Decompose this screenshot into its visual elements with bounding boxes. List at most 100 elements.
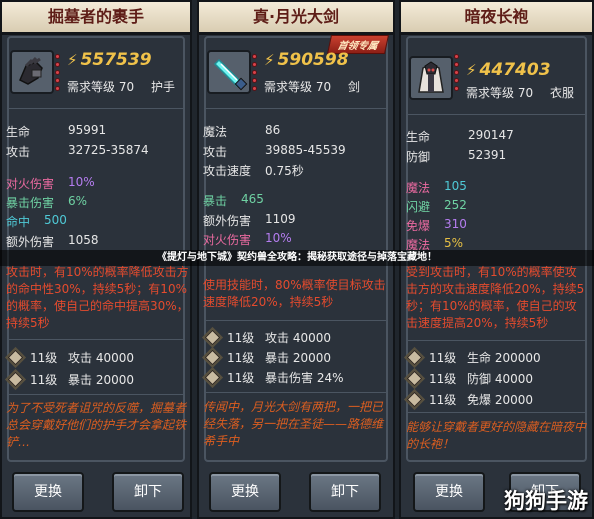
divider: [408, 412, 585, 413]
power-icon: ⚡: [67, 51, 78, 69]
swap-button[interactable]: 更换: [413, 472, 485, 512]
enhance-level: 11级: [429, 372, 457, 386]
power-icon: ⚡: [264, 51, 275, 69]
card-header: 掘墓者的裹手: [2, 2, 190, 35]
stat-label: 额外伤害: [203, 214, 252, 228]
enhance-level-row: 11级 免爆 20000: [406, 391, 533, 408]
enhance-bonus: 攻击 40000: [68, 351, 134, 365]
stat-label: 暴击: [203, 194, 228, 208]
req-level: 需求等级 70: [264, 80, 332, 94]
gem-icon: [7, 349, 24, 366]
divider: [9, 339, 183, 340]
gem-icon: [204, 349, 221, 366]
enhance-bonus: 攻击 40000: [265, 331, 331, 345]
article-title-banner: 《提灯与地下城》契约兽全攻略：揭秘获取途径与掉落宝藏地！: [0, 250, 594, 266]
quality-dots: [55, 54, 60, 94]
stat-label: 额外伤害: [6, 235, 55, 249]
lore-text: 为了不受死者诅咒的反噬，掘墓者总会穿戴好他们的护手才会拿起铁铲…: [6, 401, 187, 449]
swap-button[interactable]: 更换: [12, 472, 84, 512]
enhance-level-row: 11级 攻击 40000: [7, 349, 134, 366]
divider: [9, 108, 183, 109]
stat-label: 魔法: [406, 181, 431, 195]
lore-text: 能够让穿戴者更好的隐藏在暗夜中的长袍！: [406, 420, 587, 451]
remove-button[interactable]: 卸下: [112, 472, 184, 512]
enhance-bonus: 防御 40000: [467, 372, 533, 386]
enhance-level-row: 11级 暴击 20000: [7, 371, 134, 388]
stat-label: 魔法: [203, 125, 228, 139]
card-title: 掘墓者的裹手: [47, 7, 144, 26]
req-level: 需求等级 70: [67, 80, 135, 94]
effect-description: 攻击时，有10%的概率降低攻击方的命中性30%，持续5秒；有10%的概率，使自己…: [6, 265, 189, 330]
gem-icon: [204, 329, 221, 346]
enhance-level-row: 11级 暴击伤害 24%: [204, 369, 344, 386]
enhance-bonus: 暴击伤害 24%: [265, 371, 344, 385]
stat-label: 攻击: [203, 145, 228, 159]
enhance-level-row: 11级 生命 200000: [406, 349, 541, 366]
power-value: 590598: [277, 50, 349, 70]
req-level: 需求等级 70: [466, 86, 534, 100]
enhance-bonus: 暴击 20000: [265, 351, 331, 365]
stat-value: 500: [44, 213, 67, 227]
gem-icon: [406, 370, 423, 387]
enhance-level: 11级: [30, 373, 58, 387]
stat-value: 5%: [444, 236, 464, 250]
stat-value: 252: [444, 198, 467, 212]
power-score: ⚡ 590598: [264, 50, 349, 70]
enhance-level: 11级: [429, 351, 457, 365]
sword-icon: [213, 58, 248, 91]
requirement-row: 需求等级 70 衣服: [466, 84, 581, 101]
power-value: 447403: [479, 60, 551, 80]
stat-value: 95991: [68, 123, 107, 137]
stat-label: 攻击: [6, 145, 31, 159]
stat-label: 对火伤害: [6, 177, 55, 191]
slot-type: 剑: [348, 80, 361, 94]
divider: [206, 392, 386, 393]
effect-description: 受到攻击时，有10%的概率使攻击方的攻击速度降低20%，持续5秒；有10%的概率…: [406, 265, 585, 330]
stat-value: 52391: [468, 148, 507, 162]
stat-label: 生命: [406, 130, 431, 144]
divider: [206, 320, 386, 321]
stat-value: 465: [241, 192, 264, 206]
site-watermark: 狗狗手游: [504, 489, 588, 513]
power-value: 557539: [80, 50, 152, 70]
power-score: ⚡ 557539: [67, 50, 152, 70]
remove-button[interactable]: 卸下: [309, 472, 381, 512]
enhance-level: 11级: [227, 351, 255, 365]
stat-value: 10%: [68, 175, 95, 189]
stat-label: 对火伤害: [203, 233, 252, 247]
stat-value: 39885-45539: [265, 143, 346, 157]
stat-value: 86: [265, 123, 281, 137]
quality-dots: [252, 54, 257, 94]
stat-value: 105: [444, 179, 467, 193]
item-icon-gloves[interactable]: [10, 50, 54, 94]
stat-value: 1058: [68, 233, 99, 247]
divider: [408, 340, 585, 341]
quality-dots: [454, 54, 459, 94]
stat-label: 命中: [6, 215, 31, 229]
stat-value: 32725-35874: [68, 143, 149, 157]
stat-label: 闪避: [406, 200, 431, 214]
stat-label: 防御: [406, 150, 431, 164]
stat-value: 1109: [265, 212, 296, 226]
enhance-level: 11级: [30, 351, 58, 365]
robe-icon: [418, 61, 444, 93]
divider: [9, 394, 183, 395]
effect-description: 使用技能时，80%概率使目标攻击速度降低20%，持续5秒: [203, 278, 386, 309]
enhance-level: 11级: [227, 371, 255, 385]
power-score: ⚡ 447403: [466, 60, 551, 80]
card-title: 暗夜长袍: [464, 7, 529, 26]
enhance-level-row: 11级 防御 40000: [406, 370, 533, 387]
stat-value: 10%: [265, 231, 292, 245]
stat-value: 6%: [68, 194, 88, 208]
item-icon-sword[interactable]: [207, 50, 251, 94]
requirement-row: 需求等级 70 剑: [264, 78, 379, 95]
stat-label: 暴击伤害: [6, 196, 55, 210]
item-icon-robe[interactable]: [409, 56, 453, 100]
gem-icon: [204, 369, 221, 386]
gem-icon: [7, 371, 24, 388]
gem-icon: [406, 349, 423, 366]
swap-button[interactable]: 更换: [209, 472, 281, 512]
enhance-level-row: 11级 攻击 40000: [204, 329, 331, 346]
divider: [206, 108, 386, 109]
glove-icon: [19, 56, 43, 85]
